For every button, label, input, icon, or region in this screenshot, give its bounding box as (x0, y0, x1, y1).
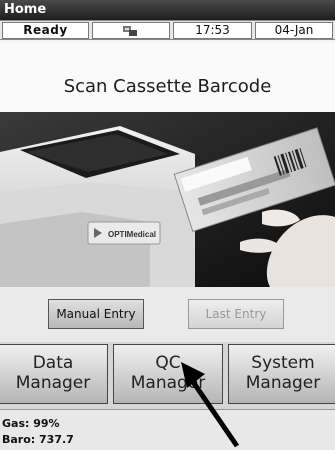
clock-time: 17:53 (173, 22, 252, 39)
data-manager-button[interactable]: Data Manager (0, 344, 108, 404)
scan-prompt: Scan Cassette Barcode (0, 42, 335, 112)
pointer-arrow-icon (181, 362, 240, 448)
last-entry-button[interactable]: Last Entry (188, 299, 284, 329)
window-title: Home (0, 0, 335, 20)
manager-button-row: Data Manager QC Manager System Manager (0, 342, 335, 409)
gas-level: Gas: 99% (2, 417, 60, 430)
device-brand-label: OPTIMedical (108, 230, 156, 239)
cassette-scan-photo: OPTIMedical (0, 112, 335, 287)
status-footer: Gas: 99% Baro: 737.7 (0, 409, 335, 450)
status-bar: Ready 17:53 04-Jan (0, 20, 335, 40)
manual-entry-button[interactable]: Manual Entry (48, 299, 144, 329)
analyzer-screen: Home Ready 17:53 04-Jan Scan Cassette Ba… (0, 0, 335, 450)
ready-status: Ready (2, 22, 89, 39)
clock-date: 04-Jan (255, 22, 333, 39)
network-icon (92, 22, 170, 39)
baro-reading: Baro: 737.7 (2, 433, 74, 446)
entry-button-row: Manual Entry Last Entry (0, 287, 335, 342)
